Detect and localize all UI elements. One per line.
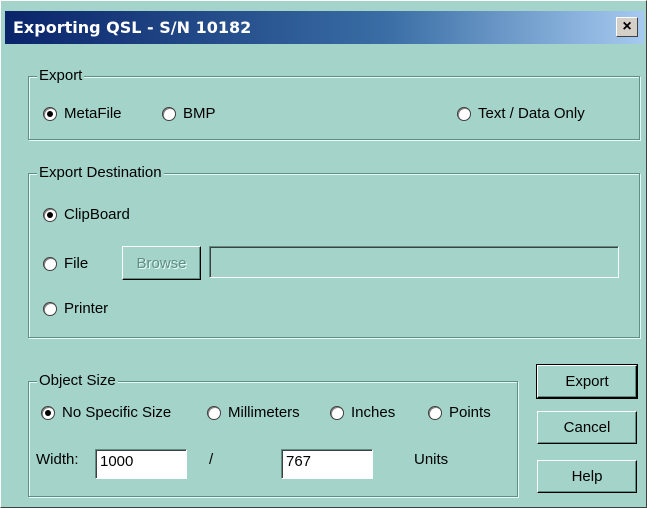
radio-points[interactable]: Points (428, 404, 491, 421)
width-field[interactable]: 1000 (95, 449, 187, 479)
radio-file-indicator[interactable] (43, 256, 57, 271)
radio-printer[interactable]: Printer (43, 300, 108, 317)
radio-clipboard[interactable]: ClipBoard (43, 206, 130, 223)
browse-button[interactable]: Browse (122, 246, 201, 280)
radio-bmp-indicator[interactable] (162, 106, 176, 121)
cancel-button[interactable]: Cancel (537, 411, 637, 444)
radio-inches[interactable]: Inches (330, 404, 395, 421)
title-bar[interactable]: Exporting QSL - S/N 10182 × (5, 11, 644, 44)
radio-no-specific-size-label: No Specific Size (62, 404, 172, 421)
radio-printer-label: Printer (64, 300, 109, 317)
export-destination-legend: Export Destination (37, 164, 164, 182)
radio-text-data-only-indicator[interactable] (457, 106, 471, 121)
radio-text-data-only[interactable]: Text / Data Only (457, 105, 585, 122)
height-field[interactable]: 767 (281, 449, 373, 479)
window-title: Exporting QSL - S/N 10182 (13, 18, 252, 37)
radio-millimeters-label: Millimeters (228, 404, 300, 421)
units-label: Units (414, 451, 449, 468)
radio-metafile-indicator[interactable] (43, 106, 57, 121)
radio-inches-label: Inches (351, 404, 396, 421)
radio-points-indicator[interactable] (428, 405, 442, 420)
export-group: Export MetaFile BMP Text / Data Only (28, 67, 640, 140)
export-destination-group: Export Destination ClipBoard File Browse… (28, 164, 640, 338)
radio-no-specific-size-indicator[interactable] (41, 405, 55, 420)
object-size-legend: Object Size (37, 372, 118, 390)
close-button[interactable]: × (616, 17, 638, 37)
export-button[interactable]: Export (536, 364, 638, 399)
close-icon: × (622, 18, 632, 35)
radio-metafile-label: MetaFile (64, 105, 122, 122)
radio-inches-indicator[interactable] (330, 405, 344, 420)
width-label: Width: (36, 451, 79, 468)
radio-clipboard-label: ClipBoard (64, 206, 130, 223)
radio-bmp-label: BMP (183, 105, 216, 122)
help-button[interactable]: Help (537, 460, 637, 493)
radio-text-data-only-label: Text / Data Only (478, 105, 585, 122)
radio-file-label: File (64, 255, 89, 272)
object-size-group: Object Size No Specific Size Millimeters… (28, 372, 518, 497)
size-separator: / (209, 451, 214, 468)
radio-no-specific-size[interactable]: No Specific Size (41, 404, 171, 421)
radio-metafile[interactable]: MetaFile (43, 105, 122, 122)
radio-clipboard-indicator[interactable] (43, 207, 57, 222)
radio-printer-indicator[interactable] (43, 301, 57, 316)
radio-millimeters-indicator[interactable] (207, 405, 221, 420)
file-path-field[interactable] (209, 246, 619, 278)
radio-file[interactable]: File (43, 255, 88, 272)
radio-millimeters[interactable]: Millimeters (207, 404, 300, 421)
radio-bmp[interactable]: BMP (162, 105, 216, 122)
export-dialog: Exporting QSL - S/N 10182 × Export MetaF… (0, 0, 647, 508)
radio-points-label: Points (449, 404, 491, 421)
export-group-legend: Export (37, 67, 85, 85)
